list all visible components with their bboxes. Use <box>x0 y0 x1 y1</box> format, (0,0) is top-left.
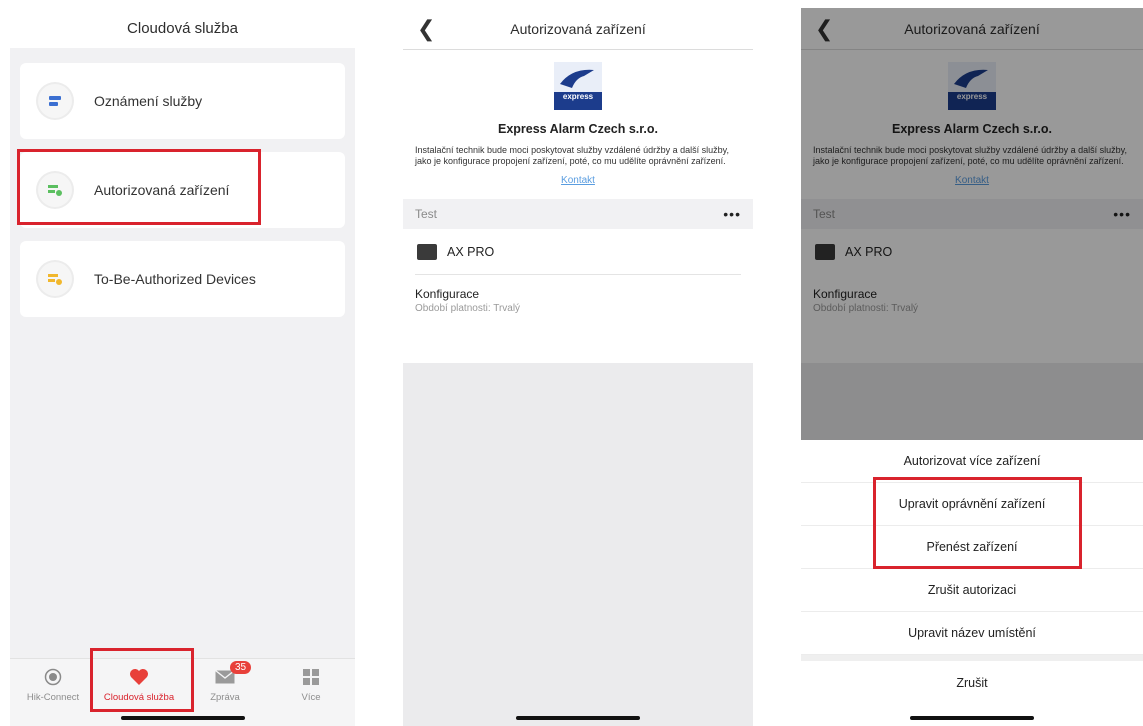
highlight-box <box>90 648 194 712</box>
card-label: To-Be-Authorized Devices <box>94 271 256 287</box>
tab-label: Hik-Connect <box>26 692 80 703</box>
service-notification-card[interactable]: Oznámení služby <box>20 63 345 139</box>
notification-icon <box>38 84 72 118</box>
home-indicator <box>120 716 245 720</box>
edit-location-name-option[interactable]: Upravit název umístění <box>801 612 1143 655</box>
grid-icon <box>268 665 354 689</box>
tab-label: Zpráva <box>210 692 240 703</box>
authorized-devices-action-screen: ❮ Autorizovaná zařízení express Express … <box>801 8 1143 726</box>
device-name: AX PRO <box>447 245 495 259</box>
home-indicator <box>910 716 1034 720</box>
unread-badge: 35 <box>230 661 252 674</box>
configuration-row[interactable]: Konfigurace Období platnosti: Trvalý <box>403 275 753 333</box>
authorized-devices-screen: ❮ Autorizovaná zařízení express Express … <box>403 8 753 726</box>
home-indicator <box>516 716 640 720</box>
more-icon[interactable]: ••• <box>723 206 741 222</box>
mail-icon: 35 <box>182 661 268 689</box>
validity-period: Období platnosti: Trvalý <box>415 303 521 314</box>
highlight-box <box>873 477 1082 569</box>
section-label: Test <box>415 207 438 221</box>
highlight-box <box>17 149 261 225</box>
back-icon[interactable]: ❮ <box>417 16 435 42</box>
tab-more[interactable]: Více <box>268 665 354 703</box>
tab-hik-connect[interactable]: Hik-Connect <box>10 665 96 703</box>
card-label: Oznámení služby <box>94 93 203 109</box>
config-title: Konfigurace <box>415 287 480 301</box>
section-header: Test ••• <box>403 199 753 229</box>
company-name: Express Alarm Czech s.r.o. <box>497 122 659 136</box>
logo-text: express <box>562 92 594 101</box>
device-row[interactable]: AX PRO <box>403 229 753 275</box>
page-title: Cloudová služba <box>10 8 355 48</box>
cloud-service-screen: Cloudová služba Oznámení služby Autorizo… <box>10 8 355 726</box>
empty-area <box>403 363 753 726</box>
page-title: Autorizovaná zařízení <box>510 20 646 37</box>
tab-message[interactable]: 35 Zpráva <box>182 661 268 703</box>
contact-link[interactable]: Kontakt <box>403 175 753 186</box>
tab-label: Více <box>301 692 321 703</box>
company-logo: express <box>554 62 602 110</box>
device-icon <box>417 244 437 260</box>
description-text: Instalační technik bude moci poskytovat … <box>415 145 729 166</box>
hik-connect-icon <box>10 665 96 689</box>
pending-devices-icon <box>38 262 72 296</box>
cancel-authorization-option[interactable]: Zrušit autorizaci <box>801 569 1143 612</box>
to-be-authorized-card[interactable]: To-Be-Authorized Devices <box>20 241 345 317</box>
nav-bar: ❮ Autorizovaná zařízení <box>403 8 753 50</box>
cancel-button[interactable]: Zrušit <box>801 661 1143 704</box>
modal-overlay[interactable] <box>801 8 1143 440</box>
